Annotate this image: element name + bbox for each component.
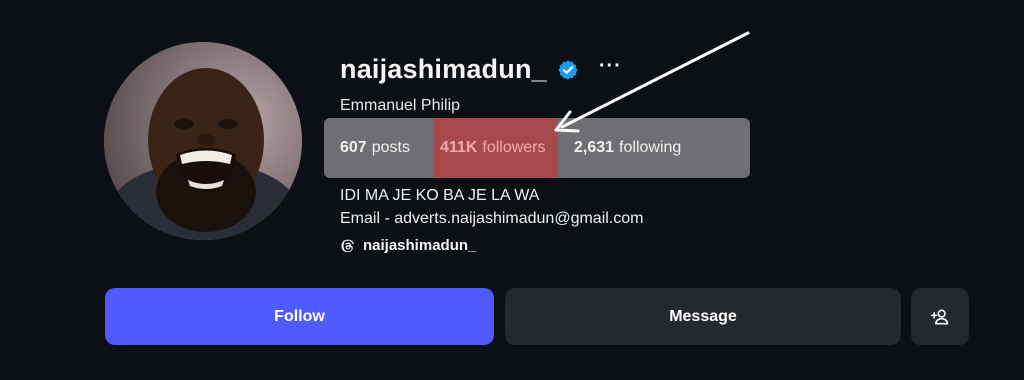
posts-count: 607: [340, 139, 367, 156]
followers-stat[interactable]: 411K followers: [440, 118, 546, 178]
threads-icon: [341, 239, 354, 252]
followers-label: followers: [482, 139, 546, 156]
username-row: naijashimadun_ ···: [340, 54, 622, 85]
add-person-icon: [930, 309, 949, 324]
follow-button-label: Follow: [274, 307, 325, 325]
bio-tagline: IDI MA JE KO BA JE LA WA: [340, 187, 540, 204]
following-stat[interactable]: 2,631 following: [574, 118, 681, 178]
avatar-photo: [104, 42, 302, 240]
following-count: 2,631: [574, 139, 615, 156]
stats-highlight-box: 607 posts 411K followers 2,631 following: [324, 118, 750, 178]
suggested-users-button[interactable]: [911, 288, 969, 345]
following-label: following: [619, 139, 682, 156]
profile-avatar[interactable]: [104, 42, 302, 240]
posts-stat: 607 posts: [340, 118, 410, 178]
posts-label: posts: [371, 139, 410, 156]
threads-link[interactable]: naijashimadun_: [340, 237, 476, 254]
verified-badge-icon: [558, 59, 578, 80]
followers-count: 411K: [440, 139, 478, 156]
profile-full-name: Emmanuel Philip: [340, 97, 461, 114]
message-button[interactable]: Message: [505, 288, 901, 345]
threads-handle: naijashimadun_: [363, 237, 477, 254]
more-options-icon[interactable]: ···: [599, 56, 622, 76]
follow-button[interactable]: Follow: [105, 288, 494, 345]
bio-email: Email - adverts.naijashimadun@gmail.com: [340, 210, 644, 227]
message-button-label: Message: [669, 307, 737, 325]
profile-username: naijashimadun_: [340, 54, 547, 84]
